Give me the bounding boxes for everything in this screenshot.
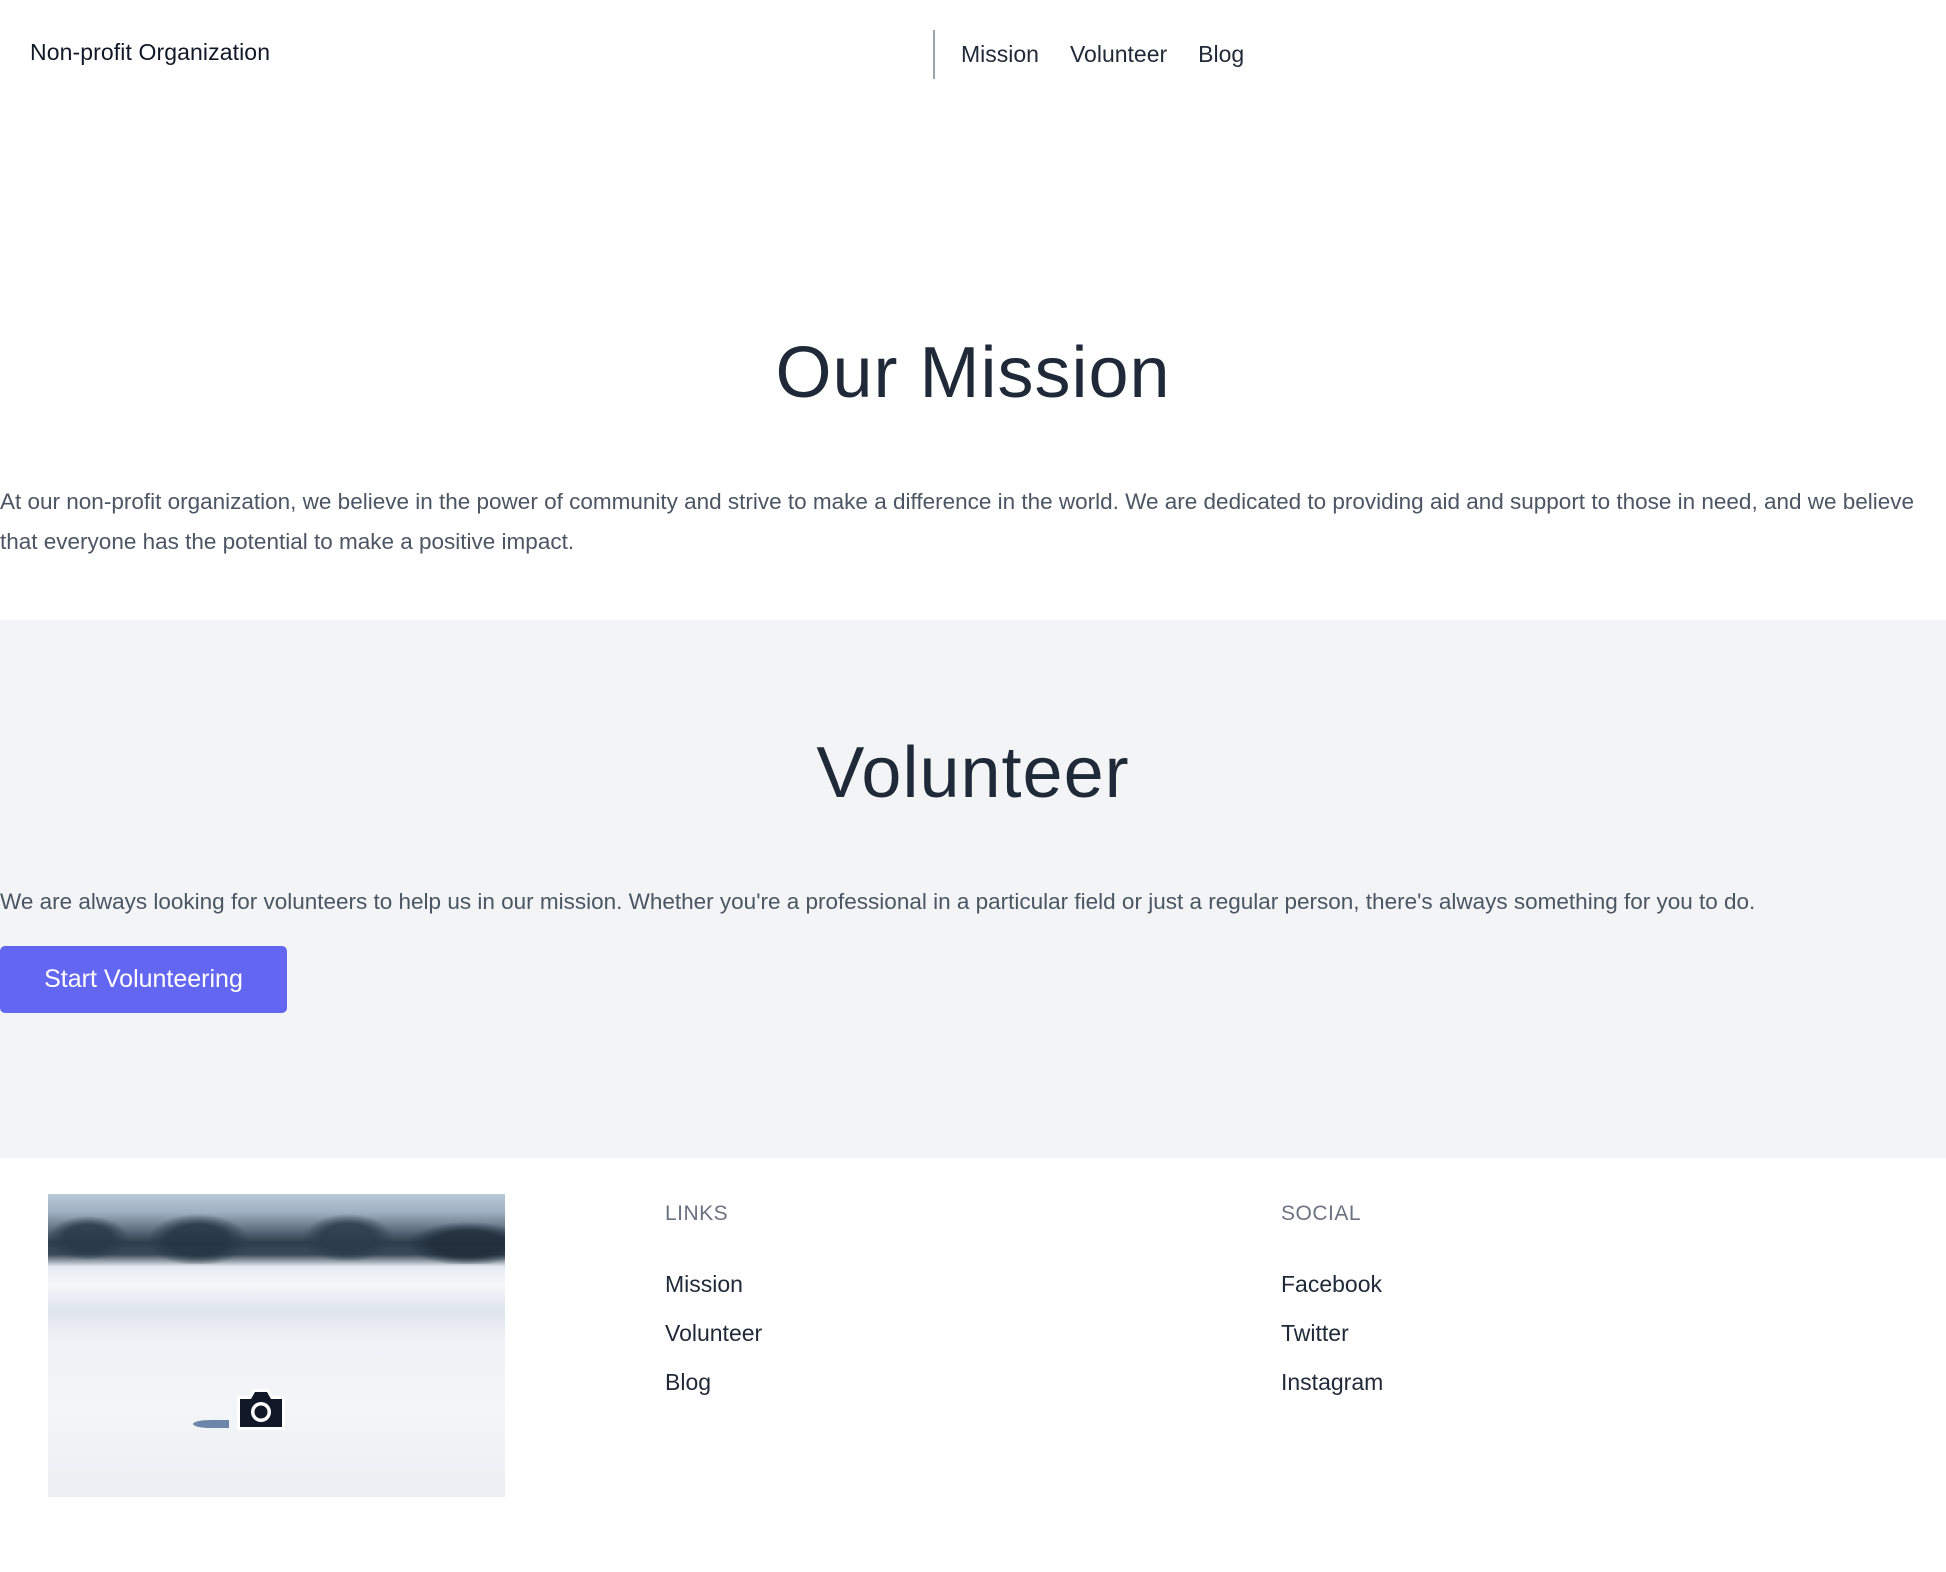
footer-social-heading: SOCIAL — [1281, 1202, 1362, 1225]
footer-link-volunteer[interactable]: Volunteer — [665, 1309, 762, 1358]
main-nav: Mission Volunteer Blog — [933, 30, 1275, 79]
nav-link-volunteer[interactable]: Volunteer — [1070, 41, 1167, 68]
nav-link-mission[interactable]: Mission — [961, 41, 1039, 68]
camera-icon — [237, 1389, 285, 1430]
footer-link-twitter[interactable]: Twitter — [1281, 1309, 1383, 1358]
footer-social-column: SOCIAL Facebook Twitter Instagram — [1281, 1202, 1383, 1407]
mission-description: At our non-profit organization, we belie… — [0, 489, 1915, 554]
footer-link-blog[interactable]: Blog — [665, 1358, 762, 1407]
image-trees — [48, 1208, 505, 1264]
footer-link-mission[interactable]: Mission — [665, 1260, 762, 1309]
volunteer-title: Volunteer — [816, 733, 1130, 813]
brand-name[interactable]: Non-profit Organization — [30, 39, 270, 66]
footer-links-heading: LINKS — [665, 1202, 729, 1225]
mission-title: Our Mission — [775, 333, 1171, 413]
footer-image — [48, 1194, 505, 1497]
volunteer-section: Volunteer We are always looking for volu… — [0, 620, 1946, 1158]
footer-link-instagram[interactable]: Instagram — [1281, 1358, 1383, 1407]
image-shadow — [193, 1420, 229, 1428]
start-volunteering-button[interactable]: Start Volunteering — [0, 946, 287, 1013]
nav-link-blog[interactable]: Blog — [1198, 41, 1244, 68]
footer-link-facebook[interactable]: Facebook — [1281, 1260, 1383, 1309]
footer-links-column: LINKS Mission Volunteer Blog — [665, 1202, 762, 1407]
mission-section: Our Mission At our non-profit organizati… — [0, 110, 1946, 620]
site-header: Non-profit Organization Mission Voluntee… — [0, 0, 1946, 110]
site-footer: LINKS Mission Volunteer Blog SOCIAL Face… — [0, 1158, 1946, 1572]
volunteer-description: We are always looking for volunteers to … — [0, 889, 1756, 914]
